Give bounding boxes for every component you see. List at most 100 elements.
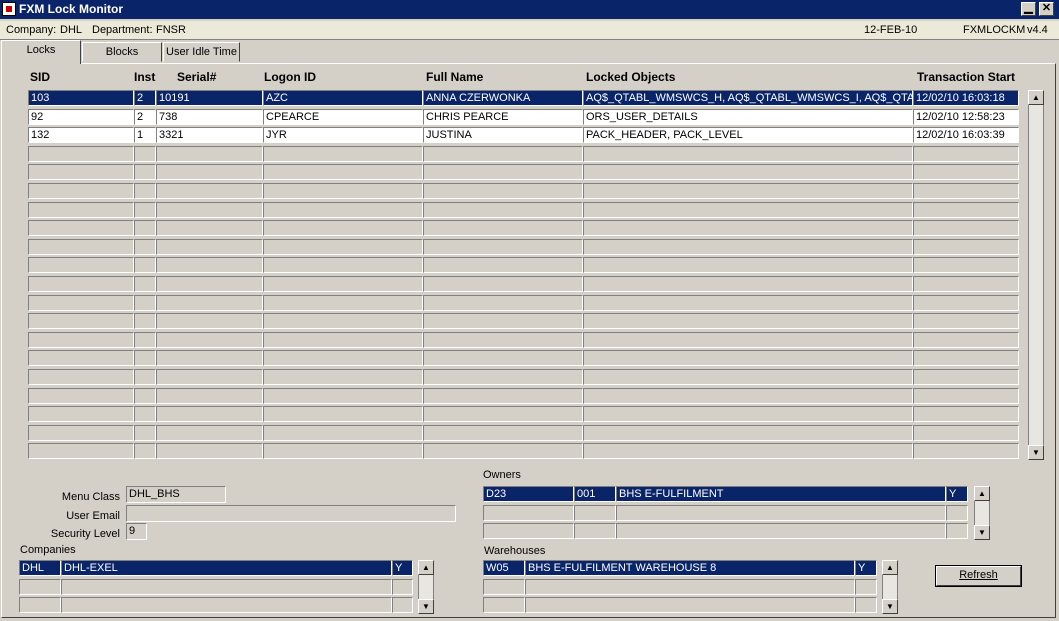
company-cell[interactable]: DHL-EXEL (61, 560, 392, 576)
lock-empty-cell[interactable] (583, 331, 913, 348)
lock-empty-cell[interactable] (583, 369, 913, 385)
lock-empty-cell[interactable] (583, 238, 913, 255)
lock-empty-cell[interactable] (583, 220, 913, 237)
lock-empty-cell[interactable] (134, 350, 156, 367)
owner-empty-cell[interactable] (483, 523, 574, 539)
lock-empty-cell[interactable] (134, 201, 156, 218)
lock-empty-cell[interactable] (913, 183, 1019, 199)
lock-empty-cell[interactable] (583, 294, 913, 311)
owner-empty-cell[interactable] (946, 523, 968, 539)
lock-empty-cell[interactable] (263, 238, 423, 255)
lock-empty-cell[interactable] (423, 164, 583, 181)
security-level-field[interactable]: 9 (126, 523, 147, 540)
lock-empty-cell[interactable] (423, 424, 583, 441)
lock-empty-cell[interactable] (134, 443, 156, 460)
owner-empty-cell[interactable] (574, 504, 616, 521)
lock-cell[interactable]: AQ$_QTABL_WMSWCS_H, AQ$_QTABL_WMSWCS_I, … (583, 90, 913, 106)
lock-empty-cell[interactable] (28, 183, 134, 199)
lock-empty-cell[interactable] (263, 443, 423, 460)
lock-empty-cell[interactable] (913, 313, 1019, 330)
lock-empty-cell[interactable] (423, 183, 583, 199)
company-empty-cell[interactable] (392, 597, 413, 613)
lock-empty-cell[interactable] (156, 220, 263, 237)
menu-class-field[interactable]: DHL_BHS (126, 486, 226, 503)
lock-empty-cell[interactable] (913, 276, 1019, 292)
lock-empty-cell[interactable] (28, 145, 134, 162)
lock-empty-cell[interactable] (28, 369, 134, 385)
lock-empty-cell[interactable] (423, 350, 583, 367)
scroll-up-icon[interactable]: ▲ (974, 486, 990, 501)
lock-cell[interactable]: 103 (28, 90, 134, 106)
company-empty-cell[interactable] (392, 578, 413, 595)
lock-empty-cell[interactable] (263, 220, 423, 237)
warehouse-empty-cell[interactable] (483, 597, 525, 613)
lock-empty-cell[interactable] (263, 406, 423, 423)
lock-empty-cell[interactable] (156, 443, 263, 460)
lock-empty-cell[interactable] (28, 443, 134, 460)
scroll-down-icon[interactable]: ▼ (882, 599, 898, 614)
lock-empty-cell[interactable] (913, 145, 1019, 162)
scroll-up-icon[interactable]: ▲ (418, 560, 434, 575)
warehouse-empty-cell[interactable] (525, 578, 855, 595)
lock-empty-cell[interactable] (583, 406, 913, 423)
lock-empty-cell[interactable] (583, 183, 913, 199)
lock-empty-cell[interactable] (913, 238, 1019, 255)
lock-cell[interactable]: JUSTINA (423, 127, 583, 144)
close-icon[interactable]: ✕ (1039, 2, 1054, 16)
lock-empty-cell[interactable] (156, 145, 263, 162)
lock-empty-cell[interactable] (913, 164, 1019, 181)
lock-cell[interactable]: ORS_USER_DETAILS (583, 108, 913, 125)
owner-cell[interactable]: Y (946, 486, 968, 502)
lock-empty-cell[interactable] (156, 276, 263, 292)
lock-empty-cell[interactable] (583, 350, 913, 367)
lock-cell[interactable]: 132 (28, 127, 134, 144)
lock-empty-cell[interactable] (263, 164, 423, 181)
lock-cell[interactable]: CPEARCE (263, 108, 423, 125)
lock-empty-cell[interactable] (583, 313, 913, 330)
lock-empty-cell[interactable] (583, 276, 913, 292)
lock-cell[interactable]: 12/02/10 16:03:39 (913, 127, 1019, 144)
minimize-icon[interactable]: ▁ (1021, 2, 1036, 16)
warehouse-cell[interactable]: Y (855, 560, 877, 576)
owner-empty-cell[interactable] (616, 523, 946, 539)
lock-empty-cell[interactable] (134, 276, 156, 292)
lock-empty-cell[interactable] (263, 276, 423, 292)
lock-empty-cell[interactable] (28, 406, 134, 423)
lock-empty-cell[interactable] (28, 220, 134, 237)
owner-empty-cell[interactable] (946, 504, 968, 521)
lock-empty-cell[interactable] (913, 387, 1019, 404)
owner-cell[interactable]: BHS E-FULFILMENT (616, 486, 946, 502)
lock-cell[interactable]: 92 (28, 108, 134, 125)
lock-empty-cell[interactable] (134, 238, 156, 255)
lock-empty-cell[interactable] (913, 201, 1019, 218)
lock-empty-cell[interactable] (156, 238, 263, 255)
lock-empty-cell[interactable] (28, 331, 134, 348)
lock-empty-cell[interactable] (583, 424, 913, 441)
lock-empty-cell[interactable] (423, 369, 583, 385)
lock-empty-cell[interactable] (156, 294, 263, 311)
lock-empty-cell[interactable] (134, 331, 156, 348)
company-empty-cell[interactable] (19, 597, 61, 613)
company-empty-cell[interactable] (61, 578, 392, 595)
lock-empty-cell[interactable] (913, 350, 1019, 367)
lock-empty-cell[interactable] (423, 201, 583, 218)
lock-empty-cell[interactable] (134, 424, 156, 441)
company-empty-cell[interactable] (19, 578, 61, 595)
owner-empty-cell[interactable] (574, 523, 616, 539)
tab-user-idle-time[interactable]: User Idle Time (163, 42, 240, 62)
lock-empty-cell[interactable] (28, 257, 134, 274)
lock-empty-cell[interactable] (134, 294, 156, 311)
owner-cell[interactable]: D23 (483, 486, 574, 502)
warehouse-empty-cell[interactable] (855, 597, 877, 613)
lock-empty-cell[interactable] (134, 387, 156, 404)
lock-empty-cell[interactable] (583, 257, 913, 274)
lock-empty-cell[interactable] (423, 220, 583, 237)
lock-empty-cell[interactable] (28, 350, 134, 367)
lock-empty-cell[interactable] (156, 201, 263, 218)
warehouse-empty-cell[interactable] (855, 578, 877, 595)
lock-empty-cell[interactable] (423, 331, 583, 348)
lock-empty-cell[interactable] (28, 294, 134, 311)
lock-empty-cell[interactable] (134, 164, 156, 181)
lock-cell[interactable]: 738 (156, 108, 263, 125)
lock-empty-cell[interactable] (156, 164, 263, 181)
